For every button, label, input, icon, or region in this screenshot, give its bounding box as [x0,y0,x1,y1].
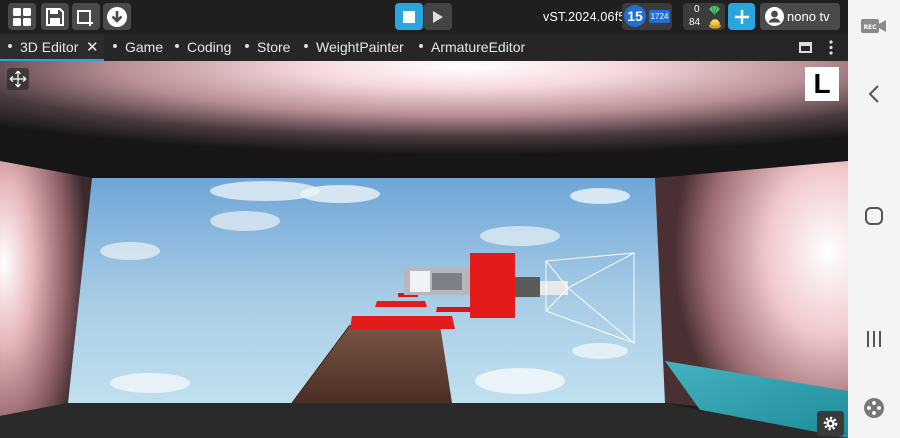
tab-label: 3D Editor [20,39,79,55]
tab-weightpainter[interactable]: WeightPainter [304,34,404,61]
add-object-button[interactable] [72,3,100,30]
top-toolbar: vST.2024.06f5 15 1724 0 84 nono tv [0,0,848,34]
viewport-settings-button[interactable] [817,411,844,436]
tab-store[interactable]: Store [245,34,290,61]
close-tab-icon[interactable]: ✕ [86,34,99,61]
tab-dot [304,44,308,49]
gem-icon [709,5,720,16]
3d-viewport[interactable]: L [0,61,848,438]
move-gizmo-icon[interactable] [7,68,29,90]
more-options-icon[interactable] [829,40,833,55]
panel-minimize-icon[interactable] [799,42,812,53]
gear-icon [823,416,838,431]
editor-tab-bar: 3D Editor ✕ Game Coding Store WeightPain… [0,34,848,61]
tab-label: WeightPainter [316,39,404,55]
tab-label: Coding [187,39,232,55]
gem-count: 0 [694,4,700,15]
tab-label: Store [257,39,291,55]
gamepad-icon[interactable] [848,397,900,419]
scene-render [0,61,848,438]
tab-game[interactable]: Game [113,34,163,61]
level-badge[interactable]: 15 1724 [622,3,672,30]
add-object-icon [77,9,93,26]
add-currency-button[interactable] [728,3,755,30]
tab-3d-editor[interactable]: 3D Editor ✕ [0,34,104,61]
save-icon [46,7,64,26]
gold-count: 84 [689,17,701,28]
download-button[interactable] [103,3,131,30]
user-avatar-icon [765,7,784,26]
tab-label: ArmatureEditor [431,39,526,55]
stop-icon [403,10,415,23]
play-icon [433,10,443,23]
grid-icon [13,7,31,26]
currency-panel[interactable]: 0 84 [683,3,725,30]
level-number: 15 [624,5,646,27]
tab-dot [419,44,423,49]
tab-armatureeditor[interactable]: ArmatureEditor [419,34,525,61]
play-button[interactable] [424,3,452,30]
save-button[interactable] [41,3,69,30]
app-window: vST.2024.06f5 15 1724 0 84 nono tv 3D Ed… [0,0,900,438]
download-icon [107,6,127,27]
user-profile-button[interactable]: nono tv [760,3,840,30]
recents-icon[interactable] [848,329,900,349]
plus-icon [734,9,749,24]
tab-dot [175,44,179,49]
system-navigation-bar: REC [848,0,900,438]
grid-menu-button[interactable] [8,3,36,30]
tab-dot [113,44,117,49]
tab-dot [245,44,249,49]
tab-label: Game [125,39,164,55]
layer-badge[interactable]: L [805,67,839,101]
version-label: vST.2024.06f5 [543,10,626,24]
tab-coding[interactable]: Coding [175,34,231,61]
rec-icon[interactable]: REC [848,18,900,34]
home-icon[interactable] [848,206,900,226]
gold-coins-icon [709,19,721,29]
xp-count: 1724 [649,10,670,23]
stop-button[interactable] [395,3,423,30]
back-icon[interactable] [848,84,900,104]
user-name: nono tv [787,9,830,24]
rec-label: REC [863,24,877,31]
tab-dot [8,44,12,49]
